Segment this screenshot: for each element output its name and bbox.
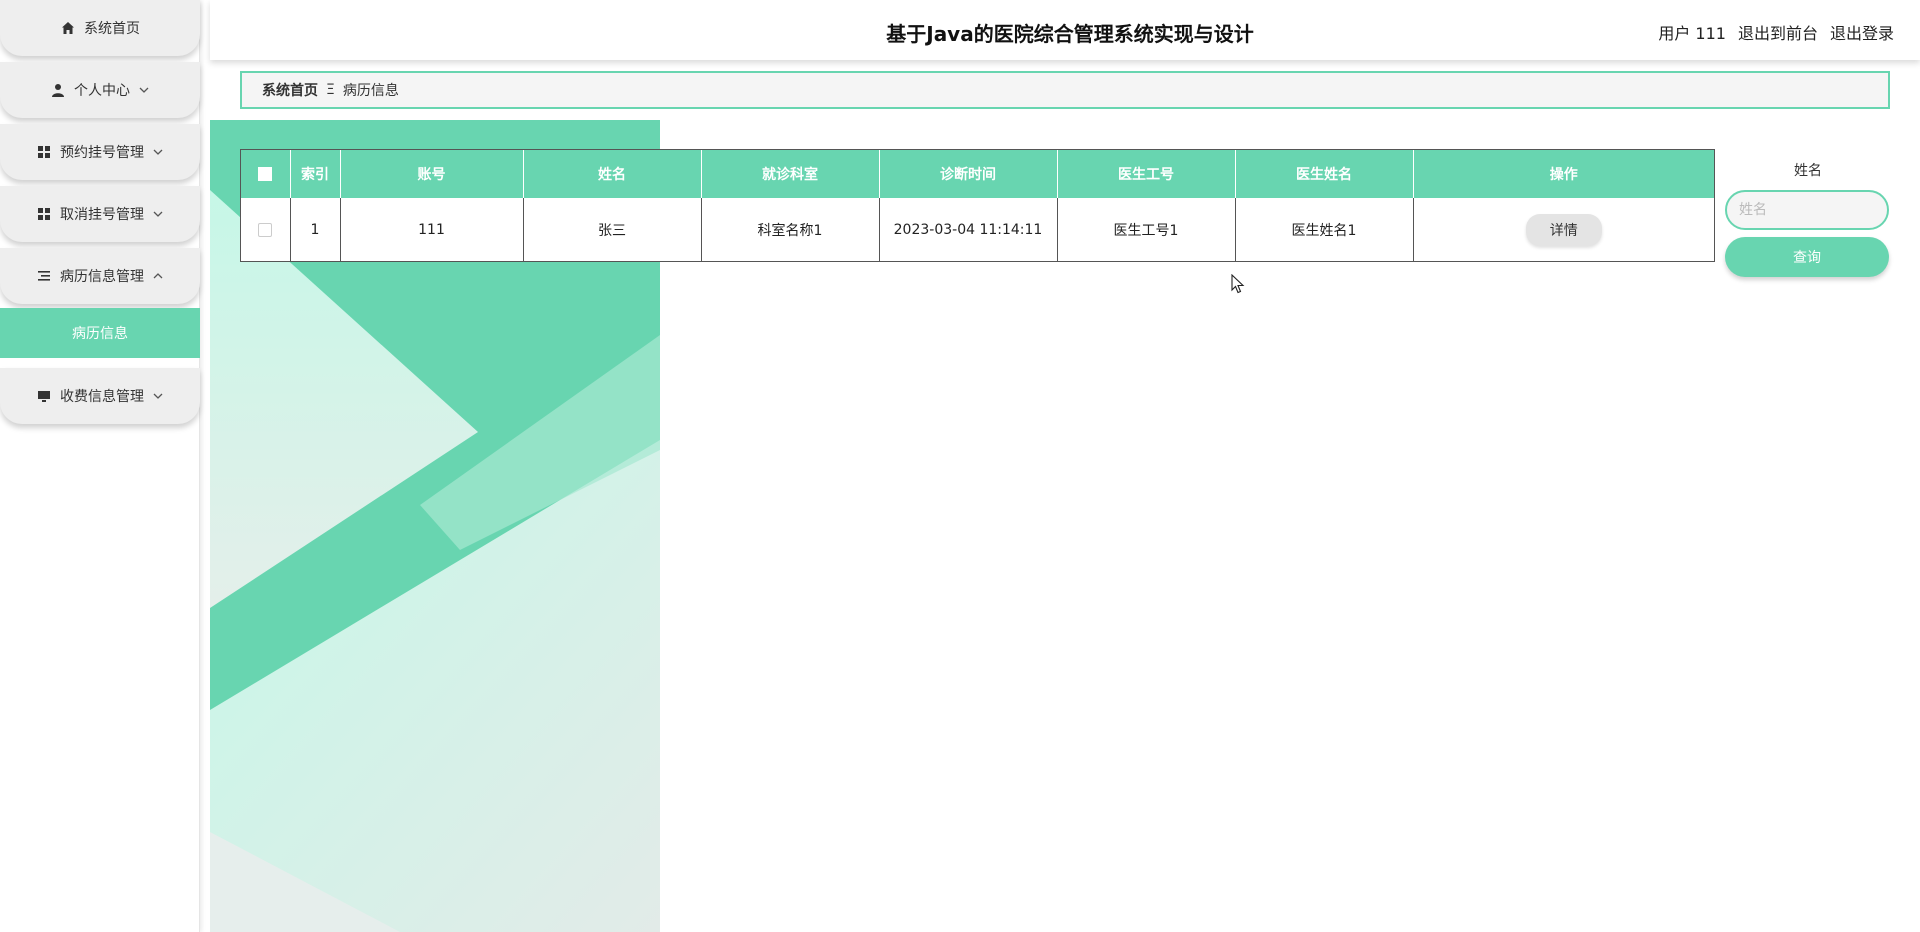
user-icon [50, 82, 66, 98]
exit-to-front-link[interactable]: 退出到前台 [1738, 20, 1818, 44]
sidebar-subitem-records[interactable]: 病历信息 [0, 308, 200, 358]
column-header: 账号 [340, 150, 524, 198]
sidebar-item-label: 系统首页 [84, 21, 140, 37]
search-button[interactable]: 查询 [1725, 237, 1889, 277]
cell-department: 科室名称1 [701, 198, 880, 261]
breadcrumb: 系统首页 Ξ 病历信息 [240, 71, 1890, 109]
breadcrumb-separator: Ξ [326, 82, 335, 98]
cell-doctor-id: 医生工号1 [1057, 198, 1236, 261]
header: 基于Java的医院综合管理系统实现与设计 用户 111 退出到前台 退出登录 [210, 0, 1920, 60]
column-header: 医生工号 [1057, 150, 1236, 198]
column-header: 操作 [1549, 167, 1578, 183]
select-all-header[interactable] [241, 150, 291, 198]
column-header: 索引 [290, 150, 341, 198]
sidebar-item-label: 个人中心 [74, 83, 130, 99]
column-header: 就诊科室 [701, 150, 880, 198]
cell-time: 2023-03-04 11:14:11 [879, 198, 1058, 261]
sidebar-item-personal[interactable]: 个人中心 [0, 62, 200, 118]
monitor-icon [36, 388, 52, 404]
sidebar-item-home[interactable]: 系统首页 [0, 0, 200, 56]
chevron-down-icon [152, 390, 164, 402]
sidebar-item-appointment[interactable]: 预约挂号管理 [0, 124, 200, 180]
table-header-row: 索引 账号 姓名 就诊科室 诊断时间 医生工号 医生姓名 操作 [241, 150, 1714, 198]
column-header: 诊断时间 [879, 150, 1058, 198]
cell-account: 111 [340, 198, 524, 261]
sidebar-item-label: 收费信息管理 [60, 389, 144, 405]
header-actions: 用户 111 退出到前台 退出登录 [1658, 20, 1894, 44]
row-select-cell [241, 198, 291, 261]
column-header: 姓名 [523, 150, 702, 198]
cell-doctor-name: 医生姓名1 [1235, 198, 1414, 261]
sidebar-item-label: 预约挂号管理 [60, 145, 144, 161]
chevron-down-icon [152, 146, 164, 158]
mouse-cursor-icon [1231, 273, 1245, 298]
cell-name: 张三 [523, 198, 702, 261]
logout-link[interactable]: 退出登录 [1830, 20, 1894, 44]
table-row: 1 111 张三 科室名称1 2023-03-04 11:14:11 医生工号1… [241, 198, 1714, 261]
name-search-input[interactable] [1725, 190, 1889, 230]
sidebar-item-cancel[interactable]: 取消挂号管理 [0, 186, 200, 242]
chevron-up-icon [152, 270, 164, 282]
sidebar-item-records[interactable]: 病历信息管理 [0, 248, 200, 304]
user-label: 用户 111 [1658, 24, 1726, 43]
detail-button[interactable]: 详情 [1525, 213, 1602, 246]
chevron-down-icon [138, 84, 150, 96]
records-table: 索引 账号 姓名 就诊科室 诊断时间 医生工号 医生姓名 操作 1 111 张三… [240, 149, 1715, 262]
sidebar-item-billing[interactable]: 收费信息管理 [0, 368, 200, 424]
cell-index: 1 [290, 198, 341, 261]
home-icon [60, 20, 76, 36]
column-header: 医生姓名 [1235, 150, 1414, 198]
breadcrumb-current: 病历信息 [342, 83, 399, 99]
search-label: 姓名 [1794, 163, 1822, 179]
grid-icon [36, 206, 52, 222]
sidebar: 系统首页 个人中心 预约挂号管理 取消挂号管理 病历信息管理 病历信息 收费信息… [0, 0, 200, 932]
select-all-checkbox[interactable] [258, 167, 273, 181]
chevron-down-icon [152, 208, 164, 220]
row-checkbox[interactable] [258, 222, 273, 237]
sidebar-item-label: 病历信息管理 [60, 269, 144, 285]
cell-actions: 详情 [1413, 198, 1714, 261]
breadcrumb-home[interactable]: 系统首页 [262, 80, 318, 100]
sidebar-item-label: 取消挂号管理 [60, 207, 144, 223]
grid-icon [36, 144, 52, 160]
list-icon [36, 268, 52, 284]
